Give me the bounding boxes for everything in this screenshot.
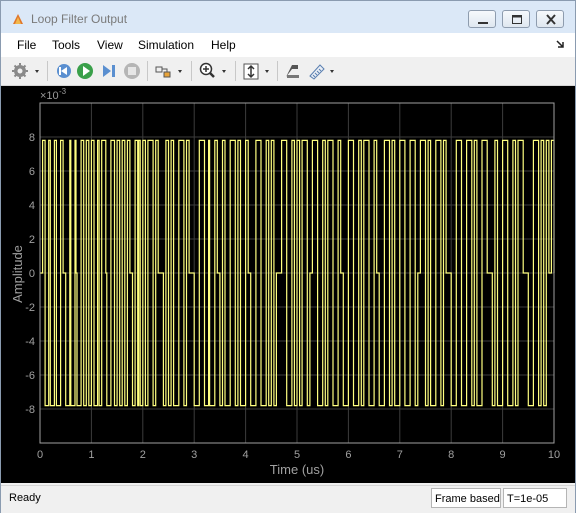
style-button[interactable]: [284, 61, 302, 81]
toolbar-separator: [191, 61, 192, 81]
undock-arrow-icon[interactable]: [555, 39, 565, 49]
toolbar: [1, 57, 575, 86]
step-back-icon: [57, 64, 71, 78]
x-tick-label: 6: [345, 449, 351, 461]
exponent-power: -3: [59, 87, 67, 96]
toolbar-separator: [47, 61, 48, 81]
scope-window: Loop Filter Output File Tools View Simul…: [0, 0, 576, 513]
x-tick-labels: 0 1 2 3 4 5 6 7 8 9 10: [37, 449, 560, 461]
y-tick-label: -8: [25, 404, 35, 416]
menu-help[interactable]: Help: [211, 38, 236, 52]
measurements-icon: [309, 64, 334, 80]
y-tick-label: 8: [29, 132, 35, 144]
amplitude-chart[interactable]: -8 -6 -4 -2 0 2 4 6 8 0 1 2 3 4 5 6 7 8 9 10 ×10 -3 Time (…: [1, 86, 575, 483]
scale-axes-button[interactable]: [242, 61, 274, 81]
toolbar-separator: [147, 61, 148, 81]
y-tick-label: 0: [29, 268, 35, 280]
maximize-button[interactable]: [502, 10, 530, 28]
scale-axes-icon: [243, 63, 269, 80]
step-forward-button[interactable]: [100, 61, 118, 81]
configuration-button[interactable]: [11, 61, 43, 81]
y-tick-label: -6: [25, 370, 35, 382]
close-button[interactable]: [536, 10, 564, 28]
menu-bar: File Tools View Simulation Help: [1, 33, 575, 57]
title-bar[interactable]: Loop Filter Output: [1, 1, 575, 33]
y-tick-labels: -8 -6 -4 -2 0 2 4 6 8: [25, 132, 35, 416]
gear-icon: [12, 63, 39, 79]
measurements-button[interactable]: [307, 61, 339, 81]
highlight-block-button[interactable]: [154, 61, 186, 81]
menu-tools[interactable]: Tools: [52, 38, 80, 52]
style-icon: [286, 65, 299, 78]
x-tick-label: 8: [448, 449, 454, 461]
series-line: [40, 139, 555, 407]
highlight-block-icon: [155, 66, 182, 78]
stop-button[interactable]: [123, 61, 141, 81]
plot-area[interactable]: -8 -6 -4 -2 0 2 4 6 8 0 1 2 3 4 5 6 7 8 9 10 ×10 -3 Time (…: [1, 86, 575, 483]
x-tick-label: 9: [500, 449, 506, 461]
x-tick-label: 7: [397, 449, 403, 461]
signal-trace: [40, 139, 555, 407]
run-icon: [77, 63, 93, 79]
frame-mode-indicator: Frame based: [431, 488, 501, 508]
zoom-in-button[interactable]: [198, 61, 232, 81]
x-tick-label: 4: [243, 449, 249, 461]
menu-simulation[interactable]: Simulation: [138, 38, 194, 52]
x-tick-label: 1: [88, 449, 94, 461]
x-tick-label: 2: [140, 449, 146, 461]
toolbar-separator: [277, 61, 278, 81]
sample-time-indicator: T=1e-05: [503, 488, 567, 508]
step-forward-icon: [103, 65, 115, 77]
maximize-icon: [512, 15, 522, 24]
step-back-button[interactable]: [55, 61, 73, 81]
x-axis-label: Time (us): [270, 462, 324, 477]
status-bar: Ready Frame based T=1e-05: [1, 485, 575, 513]
x-tick-label: 10: [548, 449, 560, 461]
y-tick-label: 2: [29, 234, 35, 246]
x-tick-label: 0: [37, 449, 43, 461]
stop-icon: [124, 63, 140, 79]
window-title: Loop Filter Output: [31, 12, 128, 26]
scope-app-icon: [13, 14, 23, 24]
minimize-button[interactable]: [468, 10, 496, 28]
minimize-icon: [478, 22, 488, 24]
toolbar-separator: [235, 61, 236, 81]
x-tick-label: 5: [294, 449, 300, 461]
y-tick-label: 4: [29, 200, 35, 212]
x-tick-label: 3: [191, 449, 197, 461]
exponent-base: ×10: [40, 90, 59, 102]
zoom-in-icon: [199, 62, 226, 78]
y-axis-label: Amplitude: [10, 245, 25, 303]
status-text: Ready: [9, 492, 41, 504]
run-button[interactable]: [76, 61, 94, 81]
menu-view[interactable]: View: [97, 38, 123, 52]
y-tick-label: -4: [25, 336, 35, 348]
y-tick-label: -2: [25, 302, 35, 314]
menu-file[interactable]: File: [17, 38, 36, 52]
y-tick-label: 6: [29, 166, 35, 178]
close-icon: [546, 14, 556, 25]
